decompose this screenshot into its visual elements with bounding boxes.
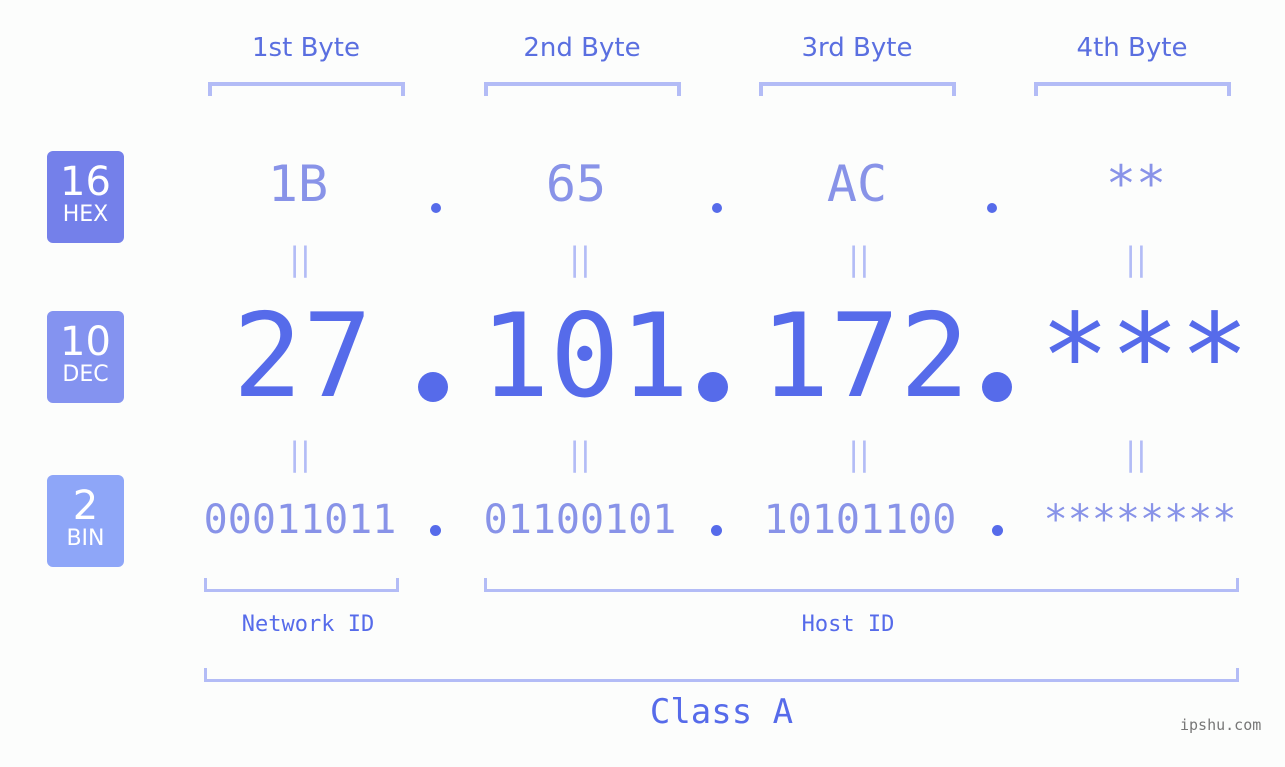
byte-header-2: 2nd Byte: [523, 33, 641, 63]
bin-separator-dot: [992, 525, 1003, 536]
dec-separator-dot: [982, 372, 1012, 402]
dec-base-number: 10: [60, 319, 111, 365]
dec-badge: 10 DEC: [47, 311, 124, 403]
byte-3-bracket: [759, 82, 956, 96]
class-bracket: [204, 668, 1239, 682]
dec-separator-dot: [698, 372, 728, 402]
byte-4-bracket: [1034, 82, 1231, 96]
byte-header-3: 3rd Byte: [801, 33, 913, 63]
equals-icon: ||: [848, 240, 870, 278]
equals-icon: ||: [1125, 240, 1147, 278]
dec-byte-3: 172: [760, 289, 970, 424]
bin-separator-dot: [711, 525, 722, 536]
hex-byte-3: AC: [826, 155, 888, 213]
hex-byte-4: **: [1105, 155, 1167, 213]
network-id-bracket: [204, 578, 399, 592]
dec-base-label: DEC: [62, 362, 109, 387]
equals-icon: ||: [569, 240, 591, 278]
equals-icon: ||: [569, 435, 591, 473]
byte-header-4: 4th Byte: [1076, 33, 1188, 63]
bin-base-label: BIN: [66, 526, 105, 551]
network-id-label: Network ID: [241, 612, 375, 637]
dec-byte-1: 27: [232, 289, 373, 424]
equals-icon: ||: [289, 240, 311, 278]
host-id-label: Host ID: [801, 612, 895, 637]
hex-separator-dot: [987, 203, 997, 213]
hex-badge: 16 HEX: [47, 151, 124, 243]
hex-separator-dot: [712, 203, 722, 213]
equals-icon: ||: [848, 435, 870, 473]
dec-byte-4: ***: [1040, 289, 1250, 424]
bin-byte-4: ********: [1043, 497, 1237, 543]
bin-byte-1: 00011011: [203, 497, 397, 543]
dec-separator-dot: [418, 372, 448, 402]
equals-icon: ||: [289, 435, 311, 473]
watermark: ipshu.com: [1180, 716, 1262, 734]
bin-byte-2: 01100101: [483, 497, 677, 543]
hex-base-label: HEX: [62, 202, 109, 227]
hex-separator-dot: [431, 203, 441, 213]
dec-byte-2: 101: [480, 289, 690, 424]
bin-separator-dot: [430, 525, 441, 536]
equals-icon: ||: [1125, 435, 1147, 473]
bin-byte-3: 10101100: [763, 497, 957, 543]
bin-base-number: 2: [72, 483, 99, 529]
hex-byte-2: 65: [545, 155, 607, 213]
host-id-bracket: [484, 578, 1239, 592]
byte-1-bracket: [208, 82, 405, 96]
byte-header-1: 1st Byte: [252, 33, 360, 63]
ip-class-label: Class A: [649, 692, 794, 732]
hex-base-number: 16: [60, 159, 111, 205]
byte-2-bracket: [484, 82, 681, 96]
bin-badge: 2 BIN: [47, 475, 124, 567]
hex-byte-1: 1B: [267, 155, 329, 213]
